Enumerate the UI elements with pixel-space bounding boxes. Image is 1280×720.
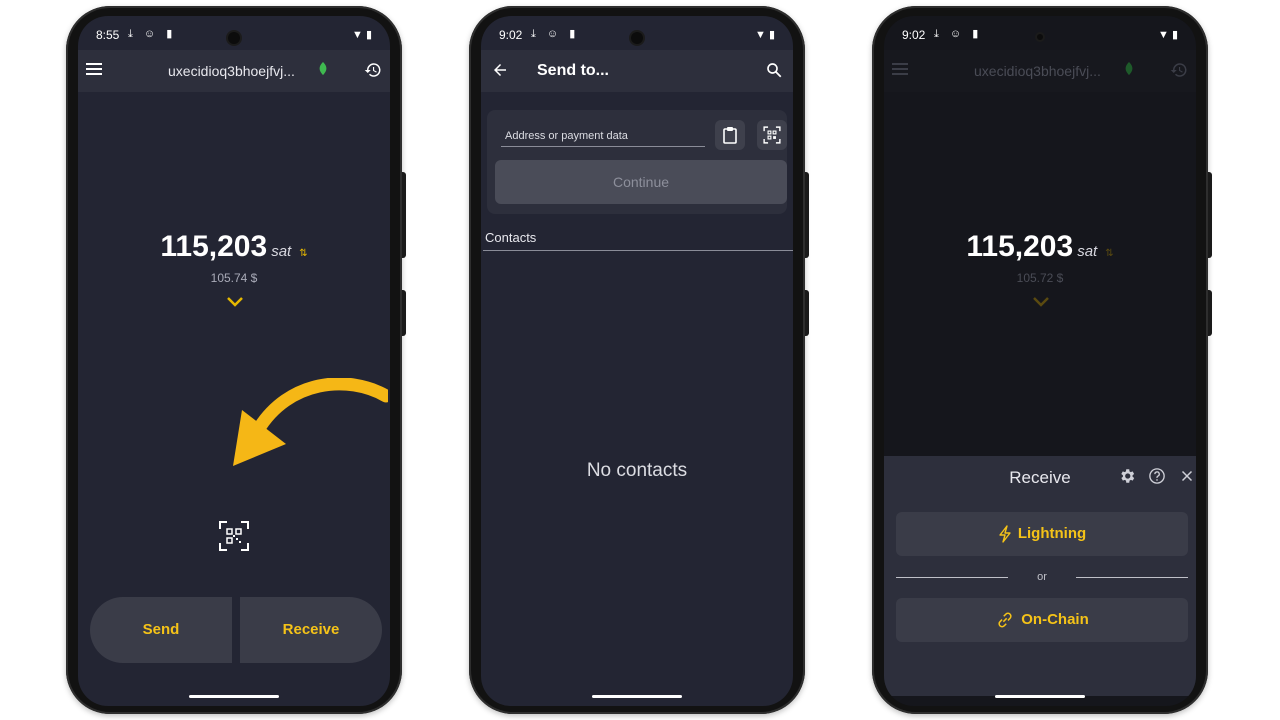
notification-icons: ⤓ ☺ ▮ xyxy=(128,28,177,40)
onchain-button[interactable]: On-Chain xyxy=(896,598,1188,642)
balance: 115,203 sat ⇅ xyxy=(884,230,1196,264)
page-title: Send to... xyxy=(537,62,609,79)
help-icon[interactable] xyxy=(1148,467,1166,485)
front-camera xyxy=(1037,34,1043,40)
balance[interactable]: 115,203 sat ⇅ xyxy=(78,230,390,264)
lightning-label: Lightning xyxy=(1017,525,1087,542)
status-time: 9:02 xyxy=(902,28,926,42)
chevron-down-icon[interactable] xyxy=(226,296,244,308)
side-button xyxy=(402,172,406,258)
annotation-arrow xyxy=(233,378,388,466)
home-indicator xyxy=(189,695,279,698)
send-receive-bar: Send Receive xyxy=(90,597,382,663)
receive-button[interactable]: Receive xyxy=(240,597,382,663)
status-bar: 9:02 ⤓ ☺ ▮ ▼ ▮ xyxy=(884,16,1196,50)
status-time: 8:55 xyxy=(96,28,120,42)
side-button xyxy=(1208,172,1212,258)
fiat-balance: 105.72 $ xyxy=(1016,271,1064,285)
send-button[interactable]: Send xyxy=(90,597,232,663)
search-icon[interactable] xyxy=(765,61,783,79)
wallet-name: uxecidioq3bhoejfvj... xyxy=(974,63,1101,79)
history-icon[interactable] xyxy=(364,61,382,79)
qr-scan-icon[interactable] xyxy=(218,520,250,552)
front-camera xyxy=(631,32,643,44)
lightning-button[interactable]: Lightning xyxy=(896,512,1188,556)
clipboard-icon xyxy=(723,127,737,144)
side-button xyxy=(805,290,809,336)
empty-state: No contacts xyxy=(586,460,688,481)
chevron-down-icon xyxy=(1033,297,1049,307)
continue-button[interactable]: Continue xyxy=(495,160,787,204)
status-time: 9:02 xyxy=(499,28,523,42)
fiat-balance: 105.74 $ xyxy=(210,271,258,285)
address-input[interactable] xyxy=(501,126,705,147)
divider-line xyxy=(1076,577,1188,578)
settings-icon[interactable] xyxy=(1118,467,1136,485)
receive-sheet: Receive Lightning or On-Chain xyxy=(884,456,1196,696)
menu-icon xyxy=(892,63,908,77)
lightning-icon xyxy=(999,525,1011,543)
leaf-icon xyxy=(319,62,327,75)
wifi-battery-icon: ▼ ▮ xyxy=(1158,29,1178,41)
link-icon xyxy=(998,612,1012,628)
home-indicator xyxy=(995,695,1085,698)
or-divider: or xyxy=(896,570,1188,586)
notification-icons: ⤓ ☺ ▮ xyxy=(531,28,580,40)
side-button xyxy=(402,290,406,336)
balance-amount: 115,203 xyxy=(160,230,268,263)
wifi-battery-icon: ▼ ▮ xyxy=(755,29,775,41)
phone-send-to: 9:02 ⤓ ☺ ▮ ▼ ▮ Send to... Address or pay… xyxy=(469,6,809,714)
phone-wallet-home: 8:55 ⤓ ☺ ▮ ▼ ▮ uxecidioq3bhoejfvj... 115… xyxy=(66,6,406,714)
scan-qr-button[interactable] xyxy=(757,120,787,150)
menu-icon[interactable] xyxy=(86,63,102,77)
history-icon xyxy=(1170,63,1187,77)
contacts-header: Contacts xyxy=(485,230,537,245)
address-card: Continue xyxy=(487,110,787,214)
back-arrow-icon[interactable] xyxy=(491,61,509,79)
balance-unit: sat xyxy=(271,243,292,260)
app-bar: Send to... xyxy=(481,50,793,92)
balance-amount: 115,203 xyxy=(966,230,1074,263)
qr-scan-icon xyxy=(763,126,781,144)
screen: 9:02 ⤓ ☺ ▮ ▼ ▮ uxecidioq3bhoejfvj... 115… xyxy=(884,16,1196,706)
wallet-name[interactable]: uxecidioq3bhoejfvj... xyxy=(168,63,295,79)
home-indicator xyxy=(592,695,682,698)
close-icon[interactable] xyxy=(1178,467,1196,485)
side-button xyxy=(805,172,809,258)
side-button xyxy=(1208,290,1212,336)
app-bar: uxecidioq3bhoejfvj... xyxy=(78,50,390,92)
app-bar: uxecidioq3bhoejfvj... xyxy=(884,50,1196,92)
screen: 8:55 ⤓ ☺ ▮ ▼ ▮ uxecidioq3bhoejfvj... 115… xyxy=(78,16,390,706)
paste-button[interactable] xyxy=(715,120,745,150)
front-camera xyxy=(228,32,240,44)
phone-receive-sheet: 9:02 ⤓ ☺ ▮ ▼ ▮ uxecidioq3bhoejfvj... 115… xyxy=(872,6,1212,714)
swap-icon[interactable]: ⇅ xyxy=(299,248,307,259)
screen: 9:02 ⤓ ☺ ▮ ▼ ▮ Send to... Address or pay… xyxy=(481,16,793,706)
balance-unit: sat xyxy=(1077,243,1098,260)
notification-icons: ⤓ ☺ ▮ xyxy=(934,28,983,40)
onchain-label: On-Chain xyxy=(1021,611,1089,628)
divider xyxy=(483,250,793,251)
swap-icon: ⇅ xyxy=(1105,248,1114,259)
wifi-battery-icon: ▼ ▮ xyxy=(352,29,372,41)
leaf-icon xyxy=(1125,62,1133,75)
